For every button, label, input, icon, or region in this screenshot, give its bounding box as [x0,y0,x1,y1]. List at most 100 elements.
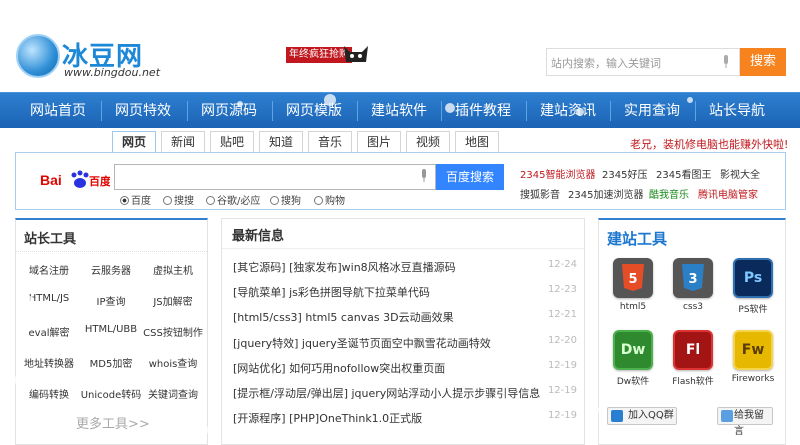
news-date: 12-19 [547,385,577,396]
baidu-logo[interactable]: Bai 百度 [40,167,112,193]
hot-notice-link[interactable]: 老兄，装机修电脑也能赚外快啦! [630,136,788,152]
baidu-search-button[interactable]: 百度搜索 [436,164,504,190]
baidu-paw-icon: Bai 百度 [40,170,112,188]
software-link[interactable]: 酷我音乐 [649,186,689,201]
qq-icon [611,410,623,422]
message-icon [721,410,733,422]
nav-divider [695,101,696,121]
nav-item-guide[interactable]: 站长导航 [697,93,777,129]
leave-message-button[interactable]: 给我留言 [717,407,773,437]
webmaster-tools-panel: 站长工具 域名注册 云服务器 虚拟主机 HTML/JS IP查询 JS加解密 e… [15,218,208,445]
radio-soso[interactable]: 搜搜 [163,192,194,207]
tab-zhidao[interactable]: 知道 [259,131,303,153]
more-tools-link[interactable]: 更多工具>> [76,413,150,432]
tool-link[interactable]: 云服务器 [80,262,142,277]
software-link[interactable]: 腾讯电脑管家 [698,186,758,201]
microphone-icon[interactable] [722,55,730,69]
news-item[interactable]: [jquery特效] jquery圣诞节页面空中飘雪花动画特效 12-20 [233,335,577,351]
news-item[interactable]: [导航菜单] js彩色拼图导航下拉菜单代码 12-23 [233,284,577,300]
tool-link[interactable]: 关键词查询 [142,386,204,401]
software-link[interactable]: 2345好压 [602,166,647,181]
dreamweaver-icon: Dw [613,330,653,370]
radio-sogou[interactable]: 搜狗 [270,192,301,207]
tab-map[interactable]: 地图 [455,131,499,153]
app-html5[interactable]: 5 html5 [607,258,659,312]
news-title[interactable]: [提示框/浮动层/弹出层] jquery网站浮动小人提示步骤引导信息 [233,387,540,400]
news-item[interactable]: [html5/css3] html5 canvas 3D云动画效果 12-21 [233,309,577,325]
radio-google-bing[interactable]: 谷歌/必应 [206,192,260,207]
nav-divider [272,101,273,121]
tab-web[interactable]: 网页 [112,131,156,154]
tool-link[interactable]: 地址转换器 [18,355,80,370]
tool-link[interactable]: 域名注册 [18,262,80,277]
software-link[interactable]: 2345看图王 [656,166,711,181]
tool-link[interactable]: 虚拟主机 [142,262,204,277]
app-dreamweaver[interactable]: Dw Dw软件 [607,330,659,387]
tool-link[interactable]: Unicode转码 [80,386,142,401]
tool-link[interactable]: HTML/UBB [80,324,142,335]
nav-item-software[interactable]: 建站软件 [359,93,439,129]
svg-text:3: 3 [688,272,697,287]
tool-link[interactable]: IP查询 [80,293,142,308]
site-search-input[interactable]: 站内搜索，输入关键词 [546,48,740,76]
tool-link[interactable]: HTML/JS [18,293,80,304]
software-link[interactable]: 2345智能浏览器 [520,166,595,181]
nav-divider [526,101,527,121]
radio-label: 搜搜 [174,196,194,207]
news-title[interactable]: [jquery特效] jquery圣诞节页面空中飘雪花动画特效 [233,337,491,350]
nav-item-source[interactable]: 网页源码 [189,93,269,129]
nav-item-home[interactable]: 网站首页 [18,93,98,129]
tool-link[interactable]: whois查询 [142,355,204,370]
site-logo[interactable]: 冰豆网 www.bingdou.net [16,30,160,82]
news-date: 12-23 [547,284,577,295]
tab-music[interactable]: 音乐 [308,131,352,153]
nav-item-effects[interactable]: 网页特效 [103,93,183,129]
news-date: 12-20 [547,335,577,346]
news-title[interactable]: [其它源码] [独家发布]win8风格冰豆直播源码 [233,261,456,274]
microphone-icon[interactable] [420,169,428,183]
app-flash[interactable]: Fl Flash软件 [667,330,719,387]
app-css3[interactable]: 3 css3 [667,258,719,312]
news-title[interactable]: [导航菜单] js彩色拼图导航下拉菜单代码 [233,286,430,299]
software-link[interactable]: 搜狐影音 [520,186,560,201]
panel-title: 最新信息 [222,219,584,249]
nav-item-news[interactable]: 建站资讯 [528,93,608,129]
main-nav: 网站首页 网页特效 网页源码 网页模版 建站软件 插件教程 建站资讯 实用查询 … [0,92,800,128]
news-item[interactable]: [开源程序] [PHP]OneThink1.0正式版 12-19 [233,410,577,426]
tool-link[interactable]: JS加解密 [142,293,204,308]
site-search-button[interactable]: 搜索 [740,48,786,76]
site-search: 站内搜索，输入关键词 搜索 [546,48,786,76]
software-link[interactable]: 影视大全 [720,166,760,181]
app-label: Flash软件 [672,377,714,387]
snowflake-logo-icon [16,34,60,78]
nav-item-templates[interactable]: 网页模版 [274,93,354,129]
news-item[interactable]: [网站优化] 如何巧用nofollow突出权重页面 12-19 [233,360,577,376]
news-item[interactable]: [提示框/浮动层/弹出层] jquery网站浮动小人提示步骤引导信息 12-19 [233,385,577,401]
join-qq-group-button[interactable]: 加入QQ群 [607,407,677,425]
news-date: 12-19 [547,360,577,371]
app-photoshop[interactable]: Ps PS软件 [727,258,779,315]
news-item[interactable]: [其它源码] [独家发布]win8风格冰豆直播源码 12-24 [233,259,577,275]
nav-item-tutorials[interactable]: 插件教程 [443,93,523,129]
button-label: 给我留言 [734,410,764,437]
tab-video[interactable]: 视频 [406,131,450,153]
news-date: 12-21 [547,309,577,320]
radio-baidu[interactable]: 百度 [120,192,151,207]
news-title[interactable]: [开源程序] [PHP]OneThink1.0正式版 [233,412,422,425]
tool-link[interactable]: 编码转换 [18,386,80,401]
tool-link[interactable]: eval解密 [18,324,80,339]
tab-news[interactable]: 新闻 [161,131,205,153]
nav-item-query[interactable]: 实用查询 [612,93,692,129]
news-title[interactable]: [html5/css3] html5 canvas 3D云动画效果 [233,311,454,324]
news-title[interactable]: [网站优化] 如何巧用nofollow突出权重页面 [233,362,445,375]
radio-shopping[interactable]: 购物 [314,192,345,207]
app-fireworks[interactable]: Fw Fireworks [727,330,779,384]
tool-link[interactable]: CSS按钮制作 [142,324,204,339]
tool-link[interactable]: MD5加密 [80,355,142,370]
tab-tieba[interactable]: 贴吧 [210,131,254,153]
tab-images[interactable]: 图片 [357,131,401,153]
baidu-search-input[interactable] [114,164,436,190]
radio-label: 购物 [325,196,345,207]
software-link[interactable]: 2345加速浏览器 [568,186,643,201]
button-label: 加入QQ群 [628,410,674,421]
